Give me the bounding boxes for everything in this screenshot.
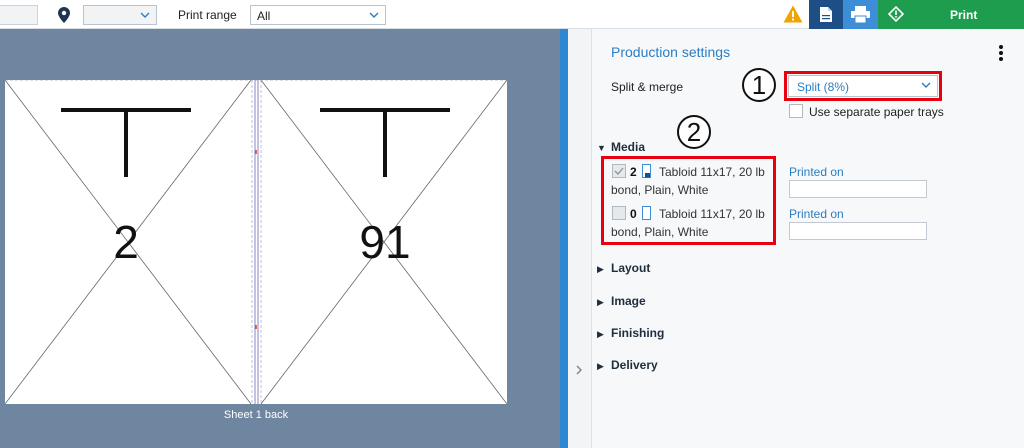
section-label: Layout bbox=[611, 261, 651, 275]
sheet-pages-drawing: 2 91 bbox=[5, 80, 507, 404]
media-item-line2: bond, Plain, White bbox=[611, 225, 709, 239]
print-range-value: All bbox=[257, 9, 271, 23]
chevron-right-icon[interactable] bbox=[573, 363, 585, 377]
production-settings-panel: Production settings Split & merge 1 Spli… bbox=[592, 29, 1024, 448]
media-item-line2: bond, Plain, White bbox=[611, 183, 709, 197]
annotation-marker: 2 bbox=[677, 115, 711, 149]
warning-icon[interactable] bbox=[783, 5, 803, 23]
left-page-number: 2 bbox=[113, 216, 139, 268]
document-button[interactable] bbox=[809, 0, 843, 29]
print-range-label: Print range bbox=[178, 8, 237, 22]
right-page-number: 91 bbox=[359, 216, 410, 268]
media-item-description: Tabloid 11x17, 20 lb bond, Plain, White bbox=[611, 163, 776, 199]
printed-on-link[interactable]: Printed on bbox=[789, 207, 844, 221]
chevron-down-icon bbox=[369, 12, 379, 18]
section-label: Finishing bbox=[611, 326, 665, 340]
caret-down-icon: ▼ bbox=[597, 143, 606, 153]
top-toolbar: Print range All Print bbox=[0, 0, 1024, 29]
media-section-label: Media bbox=[611, 140, 646, 154]
location-select[interactable] bbox=[83, 5, 157, 25]
print-diamond-icon bbox=[888, 6, 904, 22]
annotation-marker: 1 bbox=[742, 68, 776, 102]
chevron-down-icon bbox=[140, 12, 150, 18]
media-section-header[interactable]: ▼ Media bbox=[597, 140, 645, 154]
printer-icon bbox=[851, 6, 870, 23]
printed-on-input[interactable] bbox=[789, 180, 927, 198]
caret-right-icon: ▶ bbox=[597, 264, 604, 274]
chevron-down-icon bbox=[921, 82, 931, 88]
split-merge-value: Split (8%) bbox=[797, 80, 850, 94]
separate-trays-checkbox[interactable] bbox=[789, 104, 803, 118]
panel-collapse-strip[interactable] bbox=[568, 29, 592, 448]
split-merge-label: Split & merge bbox=[611, 80, 684, 94]
sheet-preview: 2 91 bbox=[5, 80, 507, 404]
caret-right-icon: ▶ bbox=[597, 361, 604, 371]
splitter-bar[interactable] bbox=[560, 29, 568, 448]
section-finishing[interactable]: ▶ Finishing bbox=[597, 326, 664, 340]
separate-trays-label: Use separate paper trays bbox=[809, 105, 944, 119]
media-item-line1: Tabloid 11x17, 20 lb bbox=[659, 165, 765, 179]
print-button-label: Print bbox=[950, 8, 978, 22]
location-field[interactable] bbox=[0, 5, 38, 25]
split-merge-select[interactable]: Split (8%) bbox=[788, 75, 938, 97]
document-icon bbox=[820, 7, 832, 22]
panel-title: Production settings bbox=[611, 44, 731, 60]
media-item-description: Tabloid 11x17, 20 lb bond, Plain, White bbox=[611, 205, 776, 241]
location-pin-icon bbox=[58, 7, 70, 23]
media-item-line1: Tabloid 11x17, 20 lb bbox=[659, 207, 765, 221]
more-options-icon[interactable] bbox=[998, 45, 1004, 63]
sheet-preview-area[interactable]: 2 91 Sheet 1 back bbox=[0, 29, 560, 448]
section-image[interactable]: ▶ Image bbox=[597, 294, 646, 308]
printed-on-input[interactable] bbox=[789, 222, 927, 240]
section-layout[interactable]: ▶ Layout bbox=[597, 261, 650, 275]
printer-button[interactable] bbox=[843, 0, 878, 29]
printed-on-link[interactable]: Printed on bbox=[789, 165, 844, 179]
section-delivery[interactable]: ▶ Delivery bbox=[597, 358, 658, 372]
caret-right-icon: ▶ bbox=[597, 329, 604, 339]
print-range-select[interactable]: All bbox=[250, 5, 386, 25]
section-label: Image bbox=[611, 294, 646, 308]
caret-right-icon: ▶ bbox=[597, 297, 604, 307]
section-label: Delivery bbox=[611, 358, 658, 372]
sheet-caption: Sheet 1 back bbox=[223, 409, 289, 421]
print-button[interactable]: Print bbox=[878, 0, 1024, 29]
